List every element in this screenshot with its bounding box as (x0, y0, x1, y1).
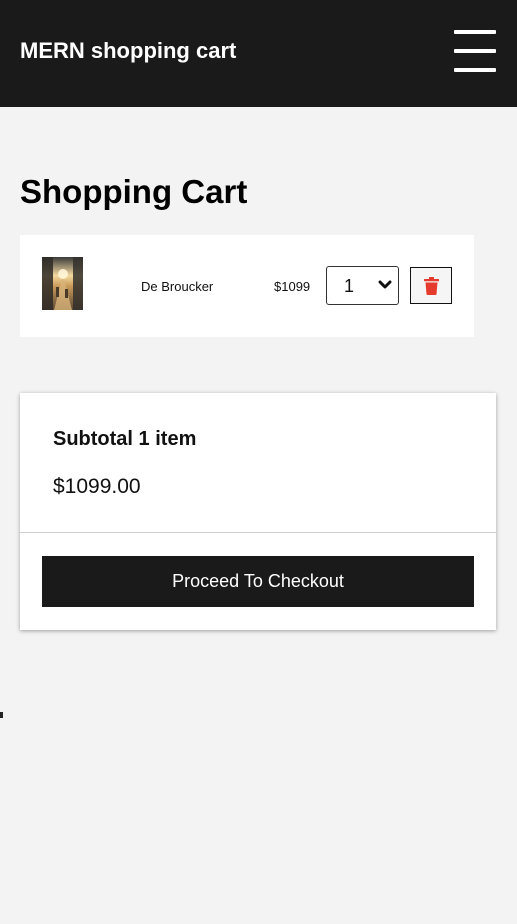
hamburger-line (454, 68, 496, 72)
quantity-value: 1 (344, 276, 355, 296)
edge-mark (0, 712, 3, 718)
hamburger-line (454, 49, 496, 53)
page-title: Shopping Cart (20, 173, 248, 210)
summary-divider (20, 532, 496, 533)
cart-summary-card: Subtotal 1 item $1099.00 Proceed To Chec… (20, 393, 496, 630)
product-thumbnail[interactable] (42, 257, 83, 310)
chevron-down-icon (378, 280, 392, 289)
proceed-to-checkout-button[interactable]: Proceed To Checkout (42, 556, 474, 607)
item-name-link[interactable]: De Broucker (141, 279, 213, 294)
delete-item-button[interactable] (410, 267, 452, 304)
hamburger-menu-icon[interactable] (453, 30, 497, 75)
subtotal-label: Subtotal 1 item (53, 428, 197, 450)
cart-item: De Broucker $1099 1 (20, 235, 474, 337)
navbar: MERN shopping cart (0, 0, 517, 107)
trash-icon (424, 277, 439, 295)
hamburger-line (454, 30, 496, 34)
item-price: $1099 (274, 279, 311, 294)
brand-link[interactable]: MERN shopping cart (20, 38, 236, 64)
subtotal-amount: $1099.00 (53, 475, 141, 498)
quantity-select[interactable]: 1 (326, 266, 399, 305)
